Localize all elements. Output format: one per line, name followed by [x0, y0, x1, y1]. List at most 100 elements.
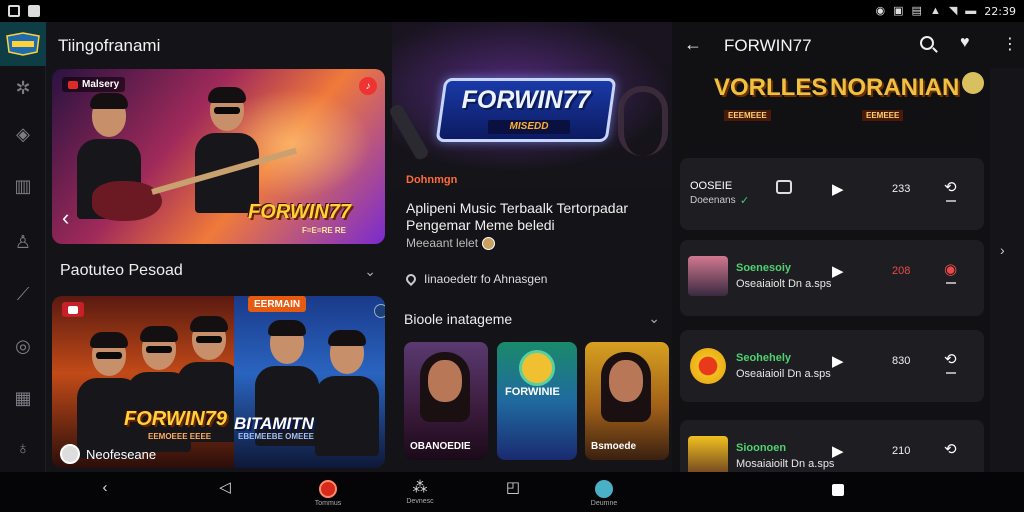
repeat-icon[interactable]: ⟲	[944, 440, 957, 458]
chevron-down-icon[interactable]: ⌄	[364, 263, 376, 280]
profile-icon	[595, 480, 613, 498]
feature-badge-right-label: EERMAIN	[254, 298, 301, 310]
section-header[interactable]: Bioole inatageme ⌄	[404, 310, 660, 327]
track-count: 830	[892, 355, 911, 367]
album-thumb[interactable]: Bsmoede	[585, 342, 669, 460]
track-count: 210	[892, 445, 911, 457]
track-subtitle: Oseaiaioil Dn a.sps	[736, 368, 831, 380]
nav-triangle-button[interactable]: ◁	[195, 480, 255, 498]
chart-icon[interactable]: ▥	[0, 174, 46, 198]
track-row[interactable]: OOSEIE Doeenans ✓ ▶ 233 ⟲	[680, 158, 984, 230]
mic-icon[interactable]: ♪	[359, 77, 377, 95]
status-bar: ◉ ▣ ▤ ▲ ◥ ▬ 22:39	[0, 0, 1024, 22]
queue-icon[interactable]	[776, 180, 792, 194]
vibrate-icon: ▤	[911, 4, 922, 17]
album-thumb-label: Bsmoede	[591, 441, 637, 452]
nav-profile-button[interactable]: Deumne	[574, 480, 634, 507]
live-icon	[68, 305, 78, 314]
brand-banner-2: NORANIAN	[830, 74, 960, 101]
play-icon[interactable]: ▶	[832, 180, 844, 198]
feature-footer: Neofeseane	[60, 444, 156, 464]
live-icon	[68, 80, 78, 89]
record-icon[interactable]: ◉	[944, 260, 957, 278]
album-thumb[interactable]: OBANOEDIE	[404, 342, 488, 460]
feature-badge-right: EERMAIN	[248, 296, 307, 312]
home-panel: Tiingofranami Malsery ♪ ‹ FORWIN77 F=E=R…	[46, 22, 392, 472]
vinyl-icon[interactable]: ◎	[0, 334, 46, 358]
hero-badge-label: Malsery	[82, 79, 120, 90]
location-text: Iinaoedetr fo Ahnasgen	[424, 272, 548, 286]
library-icon[interactable]: ▦	[0, 386, 46, 410]
location-pin-icon	[403, 271, 419, 287]
search-icon[interactable]	[920, 36, 934, 50]
track-thumb	[688, 436, 728, 476]
track-subtitle: Mosaiaioilt Dn a.sps	[736, 458, 835, 470]
chevron-left-icon[interactable]: ‹	[62, 205, 69, 231]
back-arrow-icon[interactable]: ←	[684, 34, 702, 55]
play-icon[interactable]: ▶	[832, 262, 844, 280]
detail-meta-text: Meeaant lelet	[406, 236, 479, 250]
more-vertical-icon[interactable]: ⋮	[1002, 34, 1018, 54]
guitar-icon[interactable]: ⟋	[0, 282, 46, 306]
track-row[interactable]: Soenesoiy Oseaiaiolt Dn a.sps ▶ 208 ◉	[680, 240, 984, 316]
feature-badge	[62, 302, 84, 317]
feature-footer-text: Neofeseane	[86, 446, 157, 462]
hero-brand: FORWIN77	[248, 201, 351, 223]
wifi-icon: ◥	[948, 4, 958, 17]
alarm-icon: ◉	[875, 4, 886, 17]
detail-description-line2: Pengemar Meme beledi	[406, 217, 555, 233]
chevron-left-icon: ‹	[102, 479, 108, 496]
square-icon	[832, 484, 844, 496]
star-icon[interactable]: ✲	[0, 76, 46, 100]
side-strip	[990, 68, 1024, 472]
nav-label: Deumne	[590, 500, 618, 507]
layers-icon[interactable]: ◈	[0, 122, 46, 146]
section-title: Paotuteo Pesoad	[60, 262, 183, 279]
track-thumb	[690, 348, 726, 384]
app-logo[interactable]	[0, 22, 46, 66]
section-header[interactable]: Paotuteo Pesoad ⌄	[60, 262, 376, 280]
location-row[interactable]: Iinaoedetr fo Ahnasgen	[403, 271, 548, 287]
featured-card[interactable]: EERMAIN FORWIN79 EEMOEEE EEEE BITAMITN E…	[52, 296, 385, 468]
album-thumb-label: OBANOEDIE	[410, 441, 471, 452]
avatar[interactable]	[962, 72, 984, 94]
verified-icon: ✓	[740, 195, 750, 207]
avatar[interactable]	[60, 444, 80, 464]
nav-recents-button[interactable]	[808, 480, 868, 498]
chevron-right-icon[interactable]: ›	[1000, 242, 1005, 258]
track-title: OOSEIE	[690, 180, 733, 192]
track-title: Seohehely	[736, 352, 792, 364]
repeat-icon[interactable]: ⟲	[944, 178, 957, 196]
brand-logo-text: FORWIN77	[461, 86, 591, 114]
nav-library-button[interactable]: ◰	[483, 480, 543, 498]
album-thumb[interactable]: FORWINIE	[497, 342, 577, 460]
feature-brand-right: BITAMITN	[234, 414, 314, 433]
track-subtitle: Oseaiaiolt Dn a.sps	[736, 278, 832, 290]
section-title: Bioole inatageme	[404, 310, 513, 327]
app-icon	[28, 5, 40, 17]
guitar-image	[92, 181, 162, 221]
person-icon[interactable]: ♙	[0, 230, 46, 254]
heart-icon[interactable]: ♥	[960, 34, 970, 52]
chevron-down-icon[interactable]: ⌄	[648, 310, 660, 327]
brand-banner-1-sub: EEEMEEE	[724, 110, 771, 121]
track-row[interactable]: Seohehely Oseaiaioil Dn a.sps ▶ 830 ⟲	[680, 330, 984, 402]
nav-back-button[interactable]: ‹	[75, 480, 135, 498]
nav-discover-button[interactable]: ⁂ Devnesc	[390, 480, 450, 506]
play-icon[interactable]: ▶	[832, 352, 844, 370]
library-icon: ◰	[505, 479, 521, 496]
brand-logo: FORWIN77 MISEDD	[435, 78, 617, 142]
feature-brand-left: FORWIN79	[124, 408, 227, 430]
hero-banner[interactable]: Malsery ♪ ‹ FORWIN77 F=E=RE RE	[52, 69, 385, 244]
feature-image-right	[234, 296, 385, 468]
track-subtitle: Doeenans	[690, 195, 736, 206]
profile-icon[interactable]: ♁	[0, 436, 46, 460]
mic-icon[interactable]	[374, 304, 385, 318]
track-row[interactable]: Sioonoen Mosaiaioilt Dn a.sps ▶ 210 ⟲	[680, 420, 984, 476]
nav-label: Devnesc	[406, 498, 434, 505]
track-count: 208	[892, 265, 911, 277]
detail-meta: Meeaant lelet	[406, 236, 496, 250]
nav-music-button[interactable]: Tommus	[298, 480, 358, 507]
play-icon[interactable]: ▶	[832, 442, 844, 460]
repeat-icon[interactable]: ⟲	[944, 350, 957, 368]
